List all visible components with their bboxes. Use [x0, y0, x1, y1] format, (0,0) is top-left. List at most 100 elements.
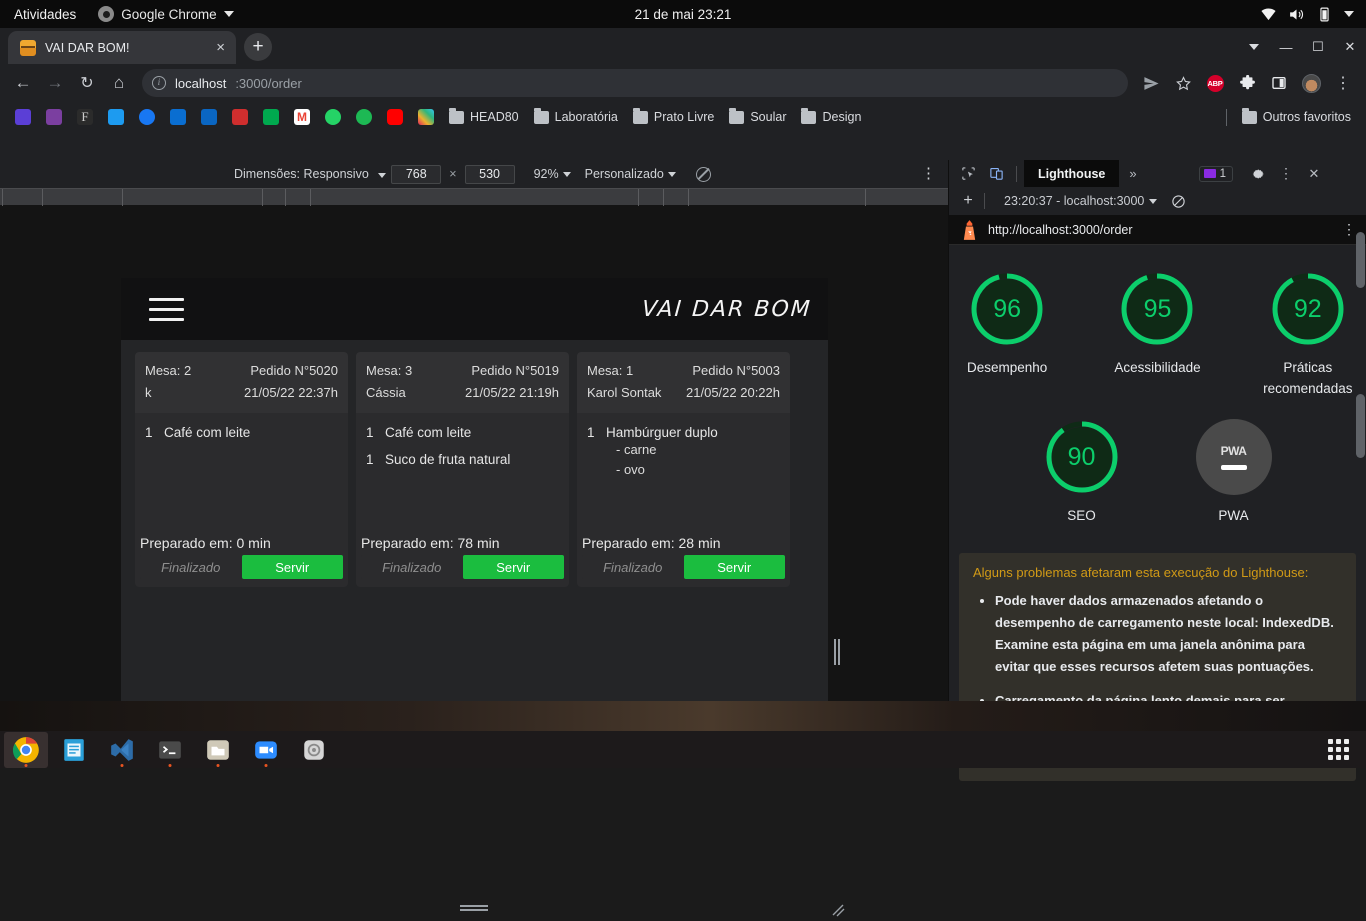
inspect-cursor-icon[interactable]: [955, 162, 981, 186]
tab-lighthouse[interactable]: Lighthouse: [1024, 160, 1119, 187]
bookmark-item[interactable]: [256, 106, 286, 128]
device-toolbar-menu[interactable]: ⋮: [921, 169, 936, 180]
new-audit-button[interactable]: +: [957, 192, 979, 210]
bookmark-item[interactable]: [411, 106, 441, 128]
close-devtools-icon[interactable]: ✕: [1301, 162, 1327, 186]
bookmark-item[interactable]: [318, 106, 348, 128]
dock-item-libreoffice-writer[interactable]: [52, 732, 96, 768]
sidepanel-icon[interactable]: [1264, 68, 1294, 98]
reload-button[interactable]: ↻: [72, 68, 102, 98]
bookmark-item[interactable]: [380, 106, 410, 128]
gauge-accessibility[interactable]: 95 Acessibilidade: [1099, 271, 1215, 399]
bookmark-item[interactable]: [225, 106, 255, 128]
run-selector-label: 23:20:37 - localhost:3000: [1004, 194, 1144, 208]
issues-counter[interactable]: 1: [1199, 166, 1233, 182]
chevron-down-icon: [1149, 199, 1157, 204]
panel-scrollbar[interactable]: [1356, 232, 1365, 288]
minimize-button[interactable]: —: [1270, 32, 1302, 62]
device-toggle-icon[interactable]: [983, 162, 1009, 186]
dock-item-settings[interactable]: [292, 732, 336, 768]
run-selector[interactable]: 23:20:37 - localhost:3000: [1004, 194, 1157, 208]
zoom-dropdown[interactable]: 92%: [534, 167, 571, 181]
bookmark-item[interactable]: [194, 106, 224, 128]
bookmark-item[interactable]: [8, 106, 38, 128]
viewport-resize-corner[interactable]: [830, 902, 846, 921]
serve-button[interactable]: Servir: [463, 555, 565, 579]
bookmark-item[interactable]: M: [287, 106, 317, 128]
new-tab-button[interactable]: +: [244, 33, 272, 61]
item-quantity: 1: [587, 425, 596, 440]
finalized-button[interactable]: Finalizado: [582, 555, 684, 579]
forward-button[interactable]: →: [40, 68, 70, 98]
bookmark-item[interactable]: F: [70, 106, 100, 128]
order-card[interactable]: Mesa: 3 Pedido N°5019 Cássia 21/05/22 21…: [356, 352, 569, 587]
close-window-button[interactable]: ✕: [1334, 32, 1366, 62]
panel-scrollbar-lower[interactable]: [1356, 394, 1365, 458]
chrome-menu-button[interactable]: ⋮: [1328, 68, 1358, 98]
puzzle-icon[interactable]: [1232, 68, 1262, 98]
warning-item: Pode haver dados armazenados afetando o …: [995, 590, 1342, 678]
gauge-performance[interactable]: 96 Desempenho: [949, 271, 1065, 399]
bookmark-item[interactable]: [132, 106, 162, 128]
hamburger-menu-icon[interactable]: [149, 298, 184, 321]
order-card[interactable]: Mesa: 1 Pedido N°5003 Karol Sontak 21/05…: [577, 352, 790, 587]
share-icon[interactable]: [1136, 68, 1166, 98]
slack-icon: [418, 109, 434, 125]
address-bar[interactable]: i localhost:3000/order: [142, 69, 1128, 97]
height-input[interactable]: 530: [465, 165, 515, 184]
gauge-pwa[interactable]: PWA PWA: [1175, 419, 1293, 526]
lighthouse-scores: 96 Desempenho 95 Acessibilidade: [949, 245, 1366, 541]
gear-icon[interactable]: [1245, 162, 1271, 186]
report-menu-icon[interactable]: ⋮: [1342, 221, 1356, 238]
back-button[interactable]: ←: [8, 68, 38, 98]
maximize-button[interactable]: ☐: [1302, 32, 1334, 62]
gauge-label: SEO: [1067, 505, 1096, 526]
bookmark-folder-prato-livre[interactable]: Prato Livre: [626, 107, 721, 127]
serve-button[interactable]: Servir: [684, 555, 786, 579]
gauge-best-practices[interactable]: 92 Práticas recomendadas: [1250, 271, 1366, 399]
devtools-menu-icon[interactable]: ⋮: [1273, 162, 1299, 186]
bookmark-item[interactable]: [349, 106, 379, 128]
more-tabs-button[interactable]: »: [1121, 166, 1144, 181]
tab-search-button[interactable]: [1238, 32, 1270, 62]
throttling-dropdown[interactable]: Personalizado: [585, 167, 676, 181]
viewport-resize-handle-bottom[interactable]: [460, 904, 488, 912]
avatar[interactable]: [1296, 68, 1326, 98]
bookmark-item[interactable]: [163, 106, 193, 128]
no-entry-icon[interactable]: [1171, 194, 1186, 209]
order-actions: Finalizado Servir: [135, 555, 348, 587]
order-card[interactable]: Mesa: 2 Pedido N°5020 k 21/05/22 22:37h: [135, 352, 348, 587]
no-throttle-icon[interactable]: [696, 167, 711, 182]
browser-tab[interactable]: VAI DAR BOM! ×: [8, 31, 236, 64]
serve-button[interactable]: Servir: [242, 555, 344, 579]
ubuntu-dock: [0, 731, 1366, 768]
dock-item-files[interactable]: [196, 732, 240, 768]
bookmark-item[interactable]: [39, 106, 69, 128]
viewport-resize-handle-right[interactable]: [833, 638, 841, 666]
home-button[interactable]: ⌂: [104, 68, 134, 98]
gauge-label: Desempenho: [967, 357, 1047, 378]
site-info-icon[interactable]: i: [152, 76, 166, 90]
show-applications-icon[interactable]: [1310, 739, 1366, 760]
dock-item-chrome[interactable]: [4, 732, 48, 768]
bookmark-item[interactable]: [101, 106, 131, 128]
order-item: 1 Hambúrguer duplo: [587, 425, 780, 440]
finalized-button[interactable]: Finalizado: [361, 555, 463, 579]
bookmark-folder-laboratoria[interactable]: Laboratória: [527, 107, 625, 127]
close-icon[interactable]: ×: [213, 40, 228, 55]
gauge-seo[interactable]: 90 SEO: [1023, 419, 1141, 526]
bookmark-star-icon[interactable]: [1168, 68, 1198, 98]
dock-item-vscode[interactable]: [100, 732, 144, 768]
grammarly-icon: [15, 109, 31, 125]
bookmark-folder-soular[interactable]: Soular: [722, 107, 793, 127]
other-bookmarks-folder[interactable]: Outros favoritos: [1235, 107, 1358, 127]
dock-item-terminal[interactable]: [148, 732, 192, 768]
emulated-viewport[interactable]: VAI DAR BOM Mesa: 2 Pedido N°5020: [121, 278, 828, 764]
finalized-button[interactable]: Finalizado: [140, 555, 242, 579]
dimensions-dropdown[interactable]: Dimensões: Responsivo: [234, 167, 386, 181]
abp-icon[interactable]: ABP: [1200, 68, 1230, 98]
dock-item-zoom[interactable]: [244, 732, 288, 768]
bookmark-folder-head80[interactable]: HEAD80: [442, 107, 526, 127]
width-input[interactable]: 768: [391, 165, 441, 184]
bookmark-folder-design[interactable]: Design: [794, 107, 868, 127]
